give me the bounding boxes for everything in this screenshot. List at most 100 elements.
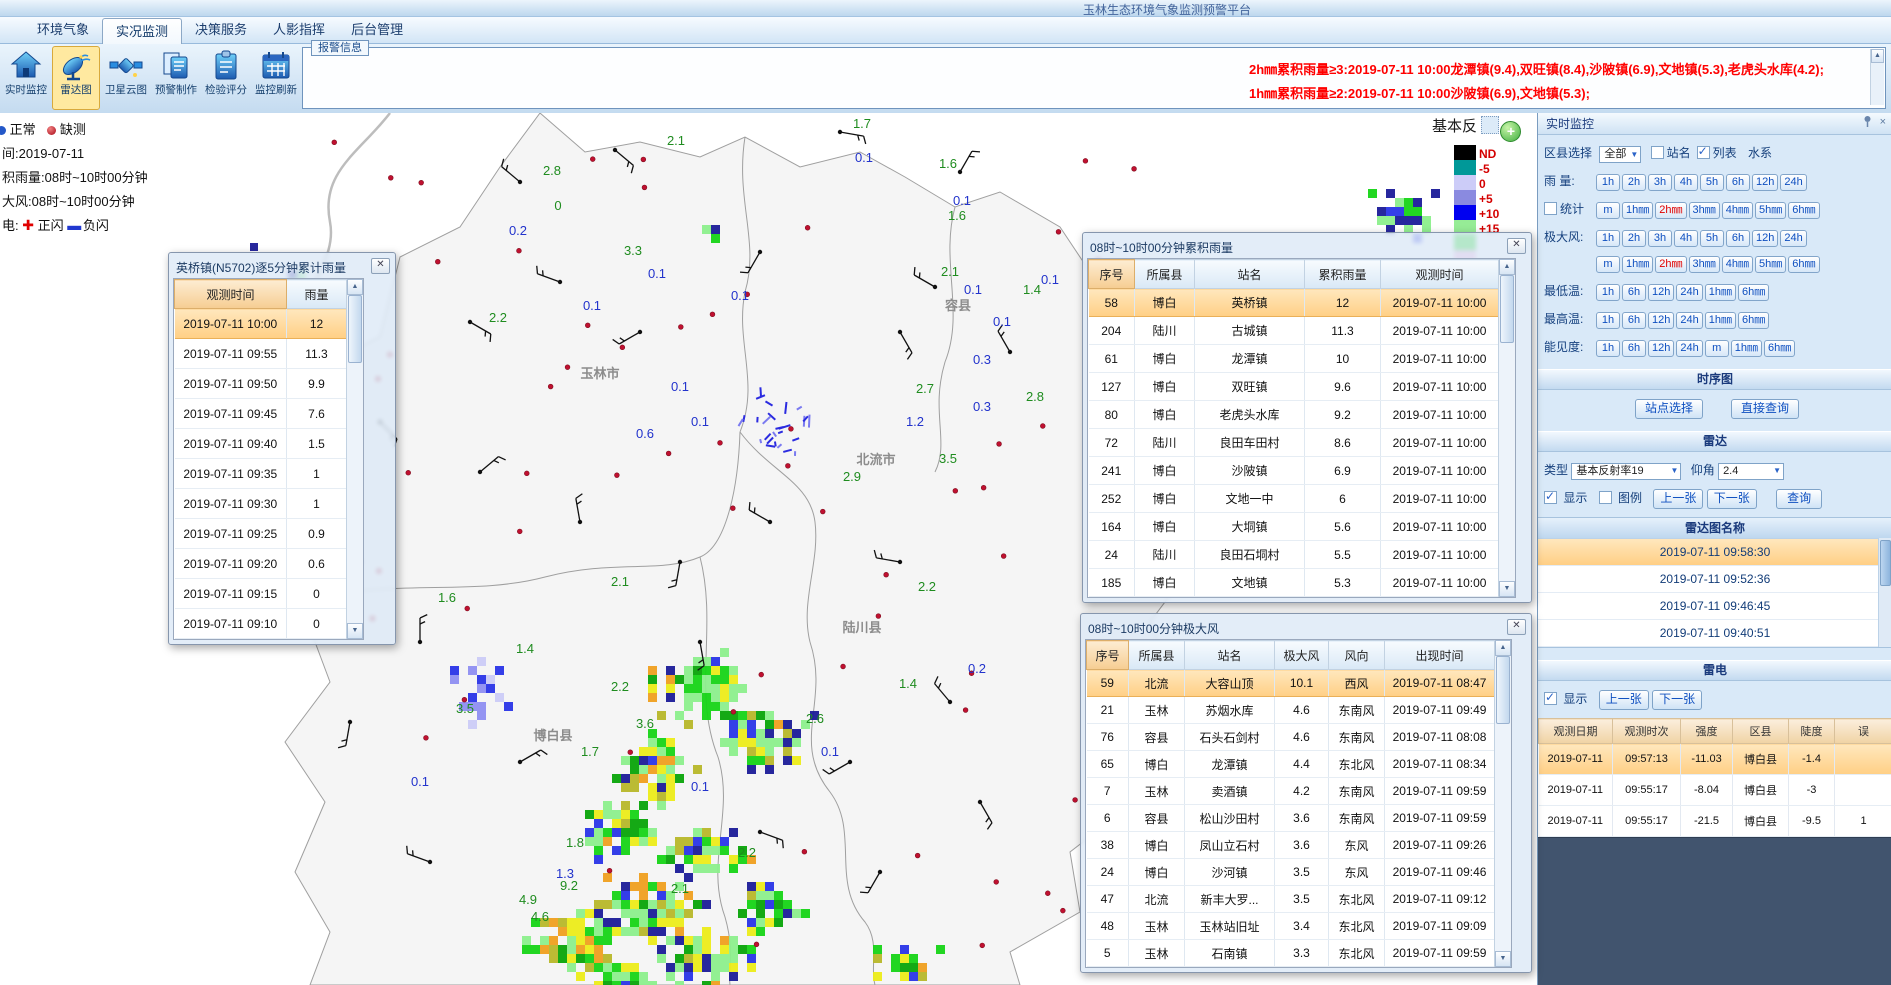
wind-stat-button-5h㎜[interactable]: 5h㎜ xyxy=(1755,256,1786,273)
table-row[interactable]: 59北流大容山顶10.1西风2019-07-11 08:47 xyxy=(1087,670,1495,697)
wind-button-5h[interactable]: 5h xyxy=(1700,230,1724,247)
radar-list-scrollbar[interactable] xyxy=(1878,538,1891,647)
radar-legend-checkbox[interactable] xyxy=(1599,491,1612,504)
table-row[interactable]: 2019-07-11 09:351 xyxy=(175,459,347,489)
table-row[interactable]: 2019-07-11 09:457.6 xyxy=(175,399,347,429)
wind-button-2h[interactable]: 2h xyxy=(1622,230,1646,247)
wind-button-3h[interactable]: 3h xyxy=(1648,230,1672,247)
table-row[interactable]: 58博白英桥镇122019-07-11 10:00 xyxy=(1089,289,1499,317)
station-select-button[interactable]: 站点选择 xyxy=(1635,399,1703,419)
table-row[interactable]: 61博白龙潭镇102019-07-11 10:00 xyxy=(1089,345,1499,373)
column-header-1[interactable]: 所属县 xyxy=(1129,641,1185,670)
table-row[interactable]: 204陆川古城镇11.32019-07-11 10:00 xyxy=(1089,317,1499,345)
rain-stat-button-m[interactable]: m xyxy=(1596,202,1620,219)
rain-stat-button-3h㎜[interactable]: 3h㎜ xyxy=(1689,202,1720,219)
legend-toggle-button[interactable] xyxy=(1481,116,1499,134)
rain-button-4h[interactable]: 4h xyxy=(1674,174,1698,191)
table-row[interactable]: 6容县松山沙田村3.6东南风2019-07-11 09:59 xyxy=(1087,805,1495,832)
scroll-thumb[interactable] xyxy=(348,295,362,363)
radar-prev-button[interactable]: 上一张 xyxy=(1653,489,1703,509)
direct-query-button[interactable]: 直接查询 xyxy=(1731,399,1799,419)
menu-item-env-weather[interactable]: 环境气象 xyxy=(24,17,102,42)
column-header-5[interactable]: 出现时间 xyxy=(1385,641,1495,670)
table-row[interactable]: 185博白文地镇5.32019-07-11 10:00 xyxy=(1089,569,1499,597)
table-scrollbar[interactable]: ▲▼ xyxy=(346,279,363,639)
wind-stat-button-m[interactable]: m xyxy=(1596,256,1620,273)
toolbar-button-verify-score[interactable]: 检验评分 xyxy=(202,46,250,110)
scroll-down-icon[interactable]: ▼ xyxy=(1499,581,1515,597)
lightning-col-1[interactable]: 观测时次 xyxy=(1613,719,1681,744)
rain-button-5h[interactable]: 5h xyxy=(1700,174,1724,191)
tmax-button-6h㎜[interactable]: 6h㎜ xyxy=(1738,312,1769,329)
table-row[interactable]: 2019-07-1109:55:17-21.5博白县-9.51 xyxy=(1539,806,1891,837)
lightning-show-checkbox[interactable] xyxy=(1544,692,1557,705)
rain-button-3h[interactable]: 3h xyxy=(1648,174,1672,191)
table-row[interactable]: 47北流新丰大罗...3.5东北风2019-07-11 09:12 xyxy=(1087,886,1495,913)
toolbar-button-monitor-refresh[interactable]: 监控刷新 xyxy=(252,46,300,110)
station-name-checkbox[interactable] xyxy=(1651,146,1664,159)
column-header-0[interactable]: 序号 xyxy=(1089,260,1135,289)
table-row[interactable]: 7玉林卖酒镇4.2东南风2019-07-11 09:59 xyxy=(1087,778,1495,805)
rain-button-2h[interactable]: 2h xyxy=(1622,174,1646,191)
radar-image-item[interactable]: 2019-07-11 09:46:45 xyxy=(1538,593,1891,620)
wind-stat-button-6h㎜[interactable]: 6h㎜ xyxy=(1788,256,1819,273)
wind-button-24h[interactable]: 24h xyxy=(1780,230,1806,247)
radar-next-button[interactable]: 下一张 xyxy=(1707,489,1757,509)
tmax-button-1h㎜[interactable]: 1h㎜ xyxy=(1705,312,1736,329)
alarm-scrollbar[interactable]: ▲ xyxy=(1870,49,1884,105)
lightning-col-4[interactable]: 陡度 xyxy=(1789,719,1835,744)
visibility-button-12h[interactable]: 12h xyxy=(1648,340,1674,357)
table-row[interactable]: 2019-07-1109:55:17-8.04博白县-3 xyxy=(1539,775,1891,806)
wind-stat-button-1h㎜[interactable]: 1h㎜ xyxy=(1622,256,1653,273)
table-row[interactable]: 76容县石头石剑村4.6东南风2019-07-11 08:08 xyxy=(1087,724,1495,751)
lightning-col-2[interactable]: 强度 xyxy=(1681,719,1733,744)
table-row[interactable]: 2019-07-11 09:150 xyxy=(175,579,347,609)
column-header-4[interactable]: 风向 xyxy=(1329,641,1385,670)
table-scrollbar[interactable]: ▲▼ xyxy=(1494,640,1511,967)
close-panel-icon[interactable]: × xyxy=(1880,116,1886,128)
wind-button-12h[interactable]: 12h xyxy=(1752,230,1778,247)
menu-item-decision-service[interactable]: 决策服务 xyxy=(182,17,260,42)
table-row[interactable]: 2019-07-11 09:100 xyxy=(175,609,347,639)
column-header-1[interactable]: 所属县 xyxy=(1135,260,1195,289)
tmin-button-6h[interactable]: 6h xyxy=(1622,284,1646,301)
radar-image-item[interactable]: 2019-07-11 09:58:30 xyxy=(1538,539,1891,566)
tmin-button-1h[interactable]: 1h xyxy=(1596,284,1620,301)
tmin-button-12h[interactable]: 12h xyxy=(1648,284,1674,301)
visibility-button-1h㎜[interactable]: 1h㎜ xyxy=(1731,340,1762,357)
column-header-3[interactable]: 极大风 xyxy=(1275,641,1329,670)
scroll-down-icon[interactable]: ▼ xyxy=(1495,951,1511,967)
rain-stat-button-2h㎜[interactable]: 2h㎜ xyxy=(1655,202,1686,219)
toolbar-button-warning-make[interactable]: 预警制作 xyxy=(152,46,200,110)
close-icon[interactable]: ✕ xyxy=(371,258,390,274)
tmax-button-1h[interactable]: 1h xyxy=(1596,312,1620,329)
visibility-button-1h[interactable]: 1h xyxy=(1596,340,1620,357)
lightning-col-0[interactable]: 观测日期 xyxy=(1539,719,1613,744)
scroll-up-icon[interactable]: ▲ xyxy=(347,279,363,295)
table-row[interactable]: 24陆川良田石垌村5.52019-07-11 10:00 xyxy=(1089,541,1499,569)
tmin-button-6h㎜[interactable]: 6h㎜ xyxy=(1738,284,1769,301)
table-row[interactable]: 127博白双旺镇9.62019-07-11 10:00 xyxy=(1089,373,1499,401)
rain-button-12h[interactable]: 12h xyxy=(1752,174,1778,191)
scroll-up-icon[interactable]: ▲ xyxy=(1495,640,1511,656)
visibility-button-6h㎜[interactable]: 6h㎜ xyxy=(1764,340,1795,357)
column-header-1[interactable]: 雨量 xyxy=(287,280,347,309)
table-row[interactable]: 2019-07-11 09:200.6 xyxy=(175,549,347,579)
radar-query-button[interactable]: 查询 xyxy=(1776,489,1822,509)
menu-item-realtime-observe[interactable]: 实况监测 xyxy=(102,18,182,45)
table-row[interactable]: 2019-07-11 09:509.9 xyxy=(175,369,347,399)
rain-stat-button-6h㎜[interactable]: 6h㎜ xyxy=(1788,202,1819,219)
county-select[interactable]: 全部▼ xyxy=(1599,146,1641,163)
scroll-up-icon[interactable]: ▲ xyxy=(1499,259,1515,275)
table-scrollbar[interactable]: ▲▼ xyxy=(1498,259,1515,597)
water-system-label[interactable]: 水系 xyxy=(1748,146,1772,160)
table-row[interactable]: 2019-07-11 09:250.9 xyxy=(175,519,347,549)
table-row[interactable]: 2019-07-11 09:301 xyxy=(175,489,347,519)
column-header-0[interactable]: 序号 xyxy=(1087,641,1129,670)
radar-image-item[interactable]: 2019-07-11 09:40:51 xyxy=(1538,620,1891,647)
table-row[interactable]: 80博白老虎头水库9.22019-07-11 10:00 xyxy=(1089,401,1499,429)
menu-item-weather-modify[interactable]: 人影指挥 xyxy=(260,17,338,42)
menu-item-backend-manage[interactable]: 后台管理 xyxy=(338,17,416,42)
radar-show-checkbox[interactable] xyxy=(1544,491,1557,504)
visibility-button-24h[interactable]: 24h xyxy=(1676,340,1702,357)
